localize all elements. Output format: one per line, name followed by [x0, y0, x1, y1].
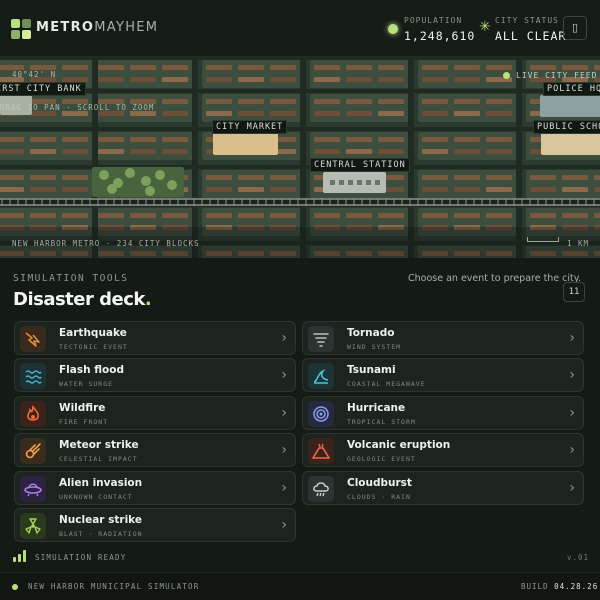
version-label: v.01 [567, 553, 590, 562]
disaster-card-tornado[interactable]: Tornado WIND SYSTEM › [302, 321, 584, 355]
map-footer-label: NEW HARBOR METRO · 234 CITY BLOCKS [12, 239, 200, 248]
disaster-card-hurricane[interactable]: Hurricane TROPICAL STORM › [302, 395, 584, 430]
footer: NEW HARBOR MUNICIPAL SIMULATOR BUILD 04.… [0, 572, 600, 600]
disaster-name: Flash flood [59, 364, 124, 377]
flood-icon [20, 363, 46, 390]
top-bar: METROMAYHEM POPULATION 1,248,610 ✳ CITY … [0, 0, 600, 57]
disaster-name: Earthquake [59, 327, 127, 339]
disaster-name: Tornado [347, 327, 395, 339]
chevron-right-icon: › [569, 479, 575, 496]
disaster-count-badge: 11 [563, 282, 585, 302]
disaster-name: Wildfire [59, 401, 106, 414]
landmark-police[interactable]: POLICE HQ [543, 82, 600, 96]
disaster-name: Alien invasion [59, 476, 143, 489]
earthquake-icon [20, 326, 46, 352]
simulation-status: SIMULATION READY [35, 553, 127, 562]
disaster-name: Hurricane [347, 401, 406, 414]
disaster-card-nuclear-strike[interactable]: Nuclear strike BLAST · RADIATION › [14, 508, 296, 542]
disaster-card-alien-invasion[interactable]: Alien invasion UNKNOWN CONTACT › [14, 470, 296, 505]
chevron-right-icon: › [569, 330, 575, 346]
section-hint: Choose an event to prepare the city. [408, 273, 582, 284]
disaster-subtitle: GEOLOGIC EVENT [347, 455, 416, 464]
scale-bar [527, 237, 559, 242]
section-title: Disaster deck. [13, 289, 152, 310]
disaster-name: Tsunami [347, 364, 396, 377]
city-map[interactable]: 40°42' N DRAG TO PAN · SCROLL TO ZOOM LI… [0, 57, 600, 258]
disaster-card-wildfire[interactable]: Wildfire FIRE FRONT › [14, 395, 296, 430]
disaster-subtitle: TROPICAL STORM [347, 417, 416, 426]
signal-bars-icon [13, 550, 27, 562]
chevron-right-icon: › [281, 479, 287, 496]
status-value: ALL CLEAR [495, 29, 567, 43]
population-label: POPULATION [404, 16, 463, 25]
disaster-card-tsunami[interactable]: Tsunami COASTAL MEGAWAVE › [302, 358, 584, 393]
disaster-subtitle: TECTONIC EVENT [59, 343, 128, 351]
disaster-name: Nuclear strike [59, 514, 142, 526]
tsunami-icon [308, 363, 334, 390]
asterisk-icon: ✳ [479, 19, 491, 35]
disaster-subtitle: CLOUDS · RAIN [347, 492, 411, 501]
phone-icon: ▯ [571, 21, 579, 34]
ufo-icon [20, 475, 46, 502]
disaster-name: Cloudburst [347, 476, 412, 489]
footer-dot-icon [12, 584, 18, 590]
disaster-card-cloudburst[interactable]: Cloudburst CLOUDS · RAIN › [302, 470, 584, 505]
disaster-name: Volcanic eruption [347, 439, 451, 452]
live-feed-indicator[interactable]: LIVE CITY FEED [503, 71, 597, 80]
disaster-subtitle: WIND SYSTEM [347, 343, 402, 351]
chevron-right-icon: › [569, 367, 575, 384]
landmark-market[interactable]: CITY MARKET [212, 120, 288, 134]
scale-label: 1 KM [567, 239, 590, 248]
hurricane-icon [308, 400, 334, 427]
landmark-school[interactable]: PUBLIC SCHOOL [533, 120, 600, 134]
chevron-right-icon: › [569, 442, 575, 459]
radiation-icon [20, 513, 46, 539]
fire-icon [20, 400, 46, 427]
chevron-right-icon: › [281, 367, 287, 384]
logo-icon [11, 19, 31, 39]
footer-title: NEW HARBOR MUNICIPAL SIMULATOR [28, 582, 200, 591]
disaster-subtitle: WATER SURGE [59, 380, 114, 389]
disaster-subtitle: COASTAL MEGAWAVE [347, 380, 426, 389]
map-coords: 40°42' N [12, 70, 57, 79]
population-indicator-icon [388, 24, 398, 34]
disaster-card-earthquake[interactable]: Earthquake TECTONIC EVENT › [14, 321, 296, 355]
disaster-subtitle: CELESTIAL IMPACT [59, 455, 138, 464]
live-dot-icon [503, 72, 510, 79]
landmark-station[interactable]: CENTRAL STATION [310, 158, 410, 172]
population-value: 1,248,610 [404, 29, 476, 43]
disaster-card-volcanic-eruption[interactable]: Volcanic eruption GEOLOGIC EVENT › [302, 433, 584, 468]
build-info: BUILD 04.28.26 [521, 582, 599, 591]
meteor-icon [20, 438, 46, 465]
disaster-subtitle: FIRE FRONT [59, 417, 109, 426]
tornado-icon [308, 326, 334, 352]
phone-button[interactable]: ▯ [563, 16, 587, 40]
disaster-subtitle: BLAST · RADIATION [59, 530, 143, 538]
disaster-name: Meteor strike [59, 439, 139, 452]
disaster-card-meteor-strike[interactable]: Meteor strike CELESTIAL IMPACT › [14, 433, 296, 468]
chevron-right-icon: › [281, 330, 287, 346]
cloud-rain-icon [308, 475, 334, 502]
map-canvas [0, 57, 600, 258]
chevron-right-icon: › [569, 404, 575, 421]
landmark-bank[interactable]: FIRST CITY BANK [0, 82, 86, 96]
chevron-right-icon: › [281, 517, 287, 533]
section-label: SIMULATION TOOLS [13, 273, 129, 284]
volcano-icon [308, 438, 334, 465]
chevron-right-icon: › [281, 404, 287, 421]
brand-name: METROMAYHEM [36, 20, 159, 35]
map-hint: DRAG TO PAN · SCROLL TO ZOOM [0, 103, 155, 112]
disaster-subtitle: UNKNOWN CONTACT [59, 492, 133, 501]
chevron-right-icon: › [281, 442, 287, 459]
status-label: CITY STATUS [495, 16, 559, 25]
disaster-card-flash-flood[interactable]: Flash flood WATER SURGE › [14, 358, 296, 393]
